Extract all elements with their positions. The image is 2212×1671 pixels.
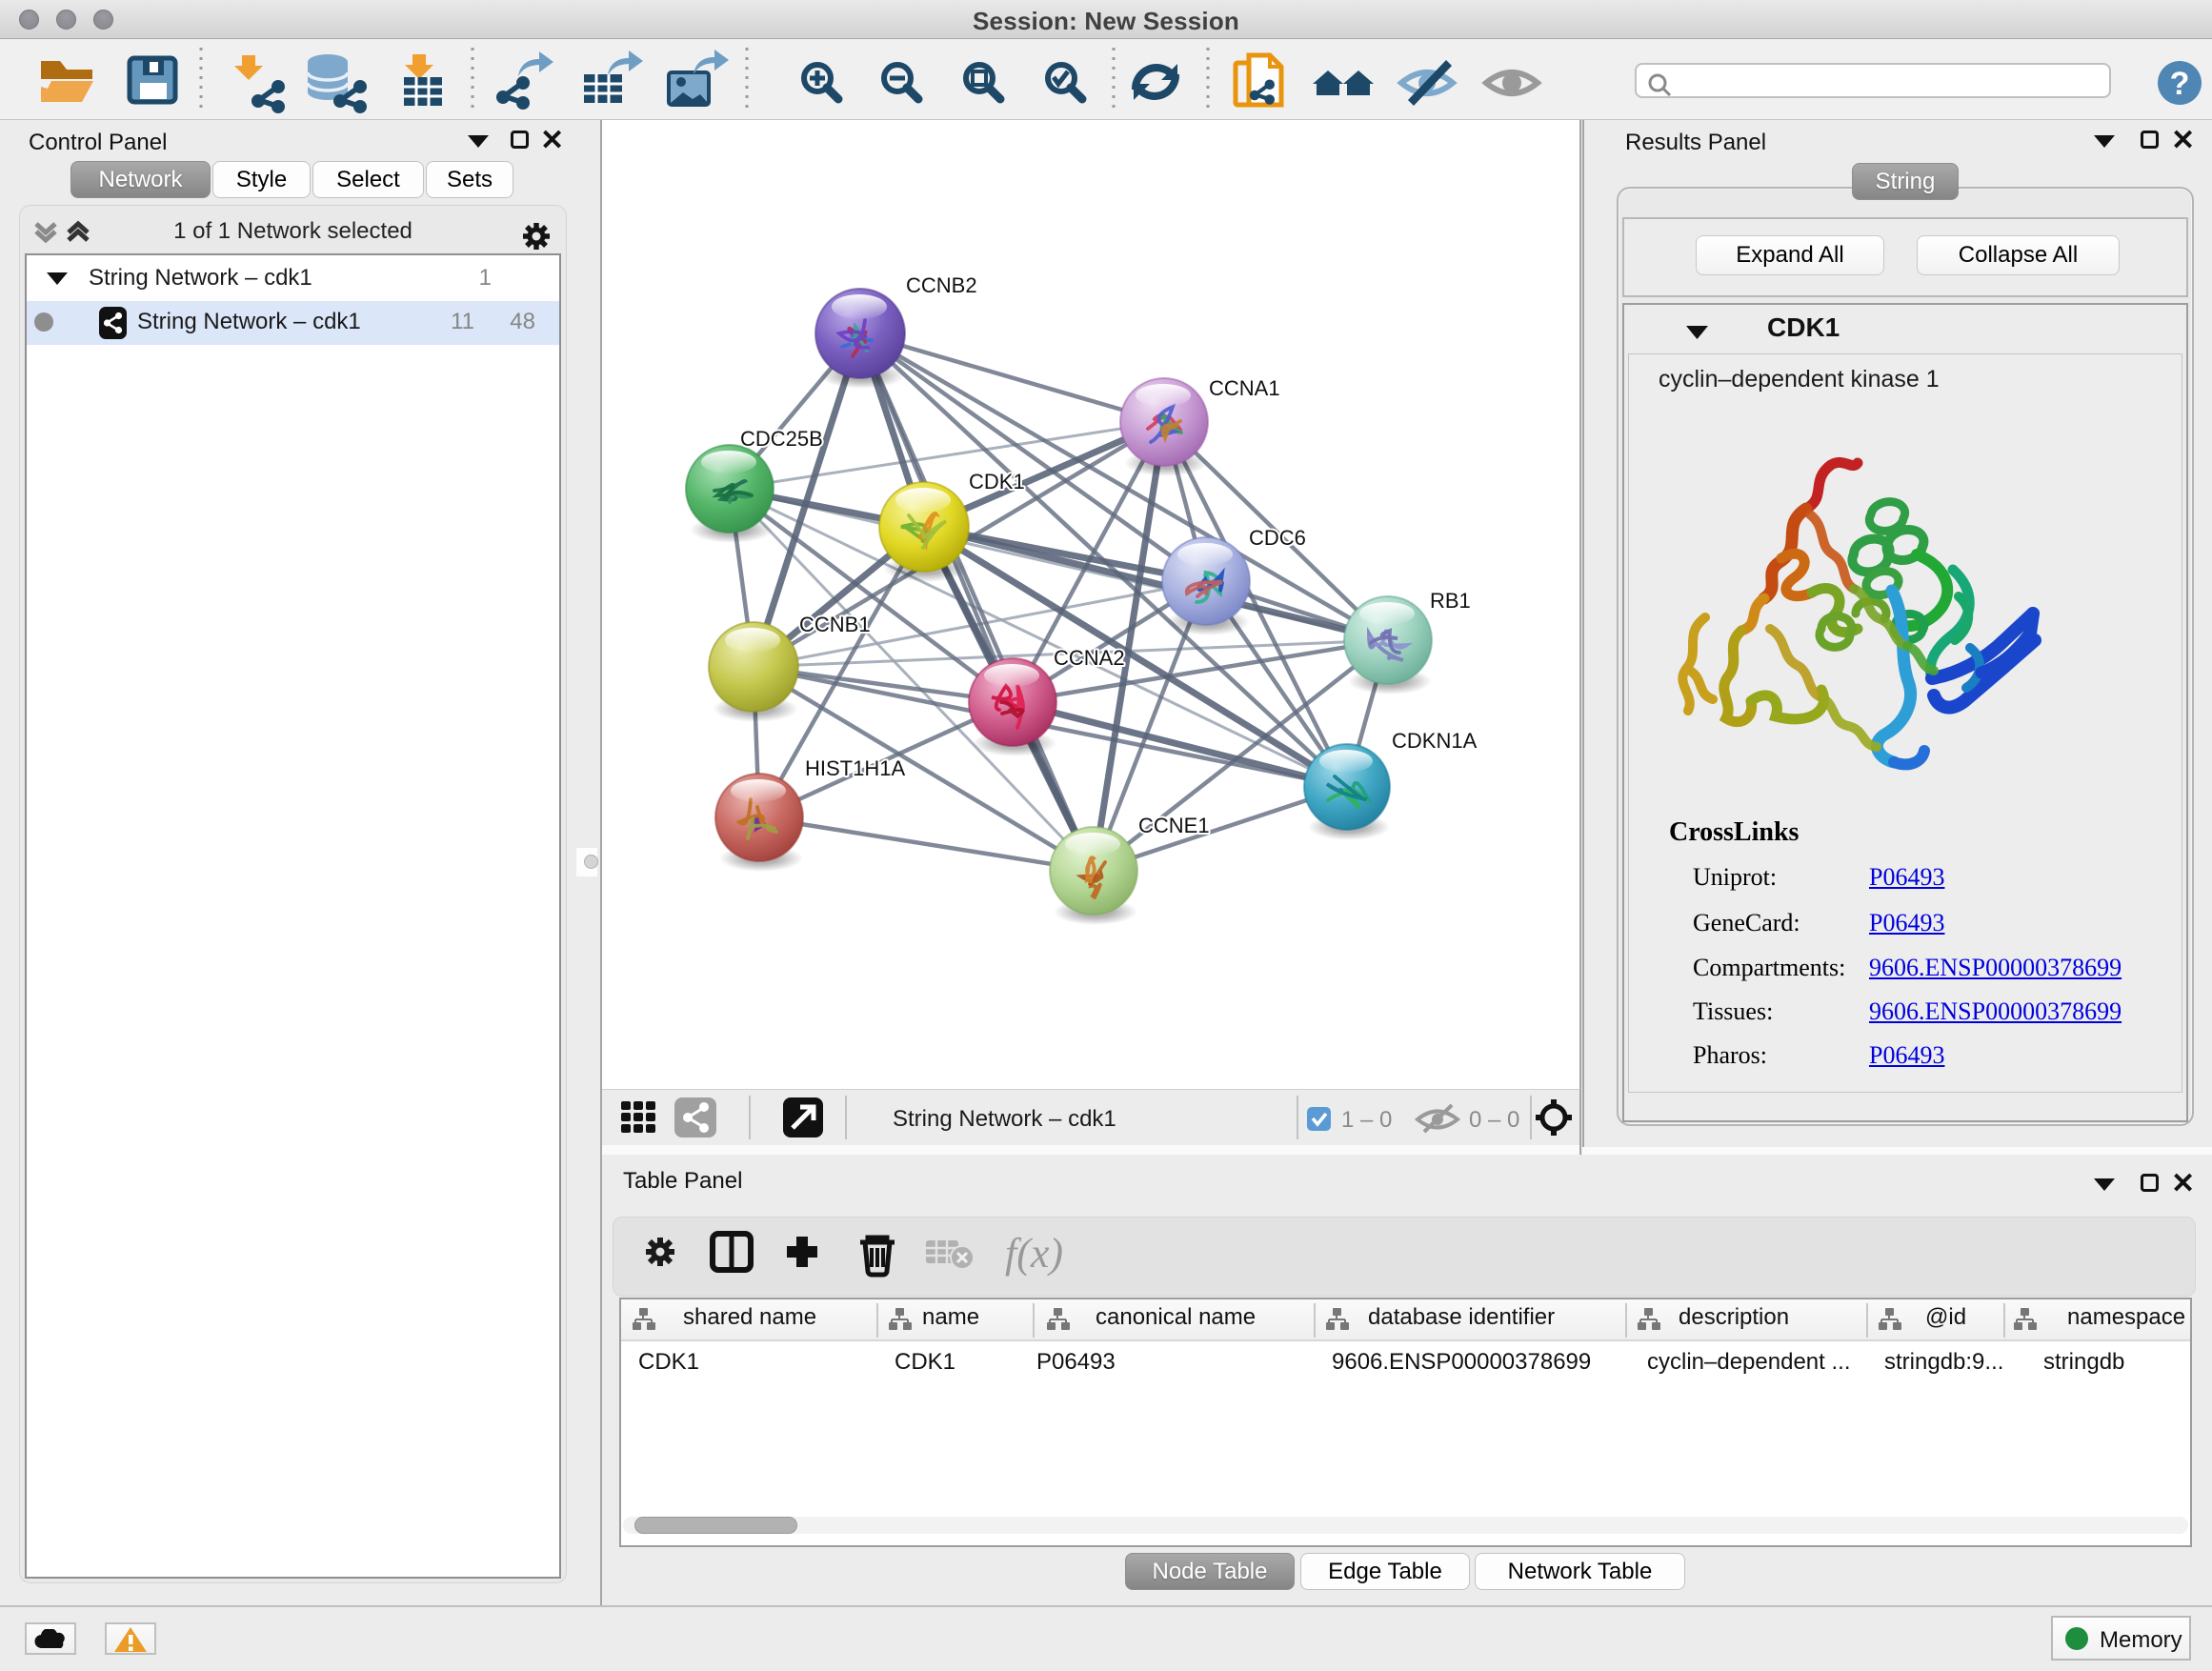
svg-text:CDC6: CDC6 [1249,526,1306,550]
svg-text:HIST1H1A: HIST1H1A [805,756,905,780]
svg-text:CDK1: CDK1 [969,470,1025,493]
svg-text:CCNA1: CCNA1 [1209,376,1280,400]
svg-text:CDKN1A: CDKN1A [1392,729,1478,753]
svg-text:0 – 0: 0 – 0 [1469,1107,1519,1133]
svg-text:CCNA2: CCNA2 [1054,646,1125,670]
svg-text:CCNB1: CCNB1 [799,613,871,636]
svg-text:CDC25B: CDC25B [740,427,823,451]
svg-text:?: ? [2170,66,2190,102]
svg-text:1 – 0: 1 – 0 [1341,1107,1392,1133]
svg-text:RB1: RB1 [1430,589,1471,613]
svg-text:CCNB2: CCNB2 [906,273,977,297]
svg-text:CCNE1: CCNE1 [1138,814,1210,837]
svg-text:String Network – cdk1: String Network – cdk1 [893,1106,1116,1132]
svg-text:f(x): f(x) [1005,1230,1063,1277]
